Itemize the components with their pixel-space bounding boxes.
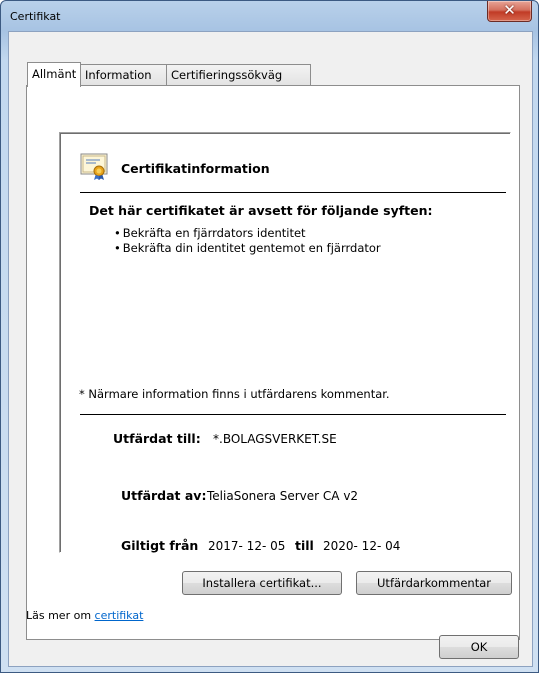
certificate-dialog: Certifikat ✕ Allmänt Information Certifi… (0, 0, 539, 673)
close-icon: ✕ (503, 1, 516, 19)
learn-more-link[interactable]: certifikat (95, 609, 144, 622)
issued-to-label: Utfärdat till: (113, 431, 201, 446)
dialog-body: Allmänt Information Certifieringssökväg … (8, 31, 533, 667)
purpose-heading: Det här certifikatet är avsett för följa… (89, 203, 433, 218)
tab-general[interactable]: Allmänt (27, 62, 81, 87)
ok-button[interactable]: OK (439, 635, 519, 659)
valid-to-label: till (295, 538, 314, 553)
certificate-heading: Certifikatinformation (121, 161, 270, 176)
tab-details[interactable]: Information (80, 64, 167, 85)
issuer-statement-button[interactable]: Utfärdarkommentar (356, 571, 512, 595)
issuer-note: * Närmare information finns i utfärdaren… (79, 387, 390, 401)
purpose-list: Bekräfta en fjärrdators identitet Bekräf… (114, 226, 381, 256)
valid-to-value: 2020- 12- 04 (323, 539, 401, 553)
purpose-item: Bekräfta din identitet gentemot en fjärr… (114, 241, 381, 256)
install-certificate-button[interactable]: Installera certifikat... (182, 571, 342, 595)
purpose-item: Bekräfta en fjärrdators identitet (114, 226, 381, 241)
window-title: Certifikat (10, 10, 61, 23)
note-divider (80, 414, 506, 415)
issued-by-label: Utfärdat av: (121, 488, 207, 503)
valid-from-value: 2017- 12- 05 (208, 539, 286, 553)
valid-from-label: Giltigt från (121, 538, 199, 553)
issued-to-value: *.BOLAGSVERKET.SE (213, 432, 337, 446)
general-tab-panel: Certifikatinformation Det här certifikat… (26, 85, 520, 640)
title-bar[interactable]: Certifikat ✕ (1, 1, 538, 31)
issued-by-value: TeliaSonera Server CA v2 (207, 489, 359, 503)
learn-more-row: Läs mer om certifikat (26, 609, 143, 622)
certificate-icon (80, 153, 108, 180)
tab-certification-path[interactable]: Certifieringssökväg (166, 64, 311, 85)
heading-divider (80, 192, 506, 193)
close-button[interactable]: ✕ (487, 1, 532, 22)
certificate-info-frame: Certifikatinformation Det här certifikat… (59, 132, 511, 553)
learn-more-text: Läs mer om (26, 609, 95, 622)
